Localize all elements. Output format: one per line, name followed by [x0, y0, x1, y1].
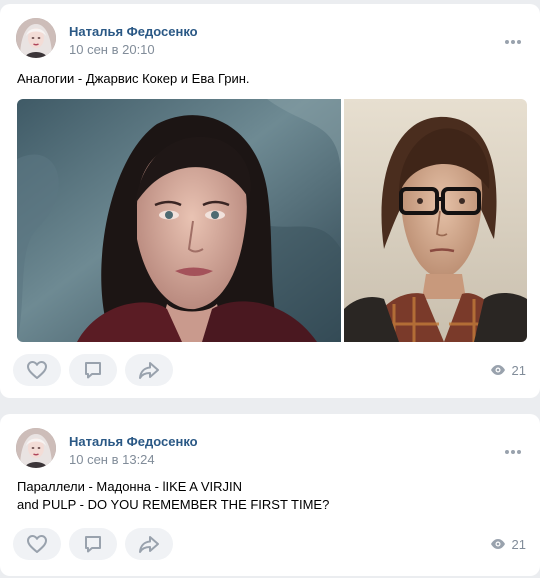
post-date[interactable]: 10 сен в 13:24 — [69, 452, 155, 467]
like-button[interactable] — [13, 528, 61, 560]
photo-portrait-man-glasses[interactable] — [344, 99, 527, 342]
share-button[interactable] — [125, 528, 173, 560]
avatar[interactable] — [16, 18, 56, 58]
views-count: 21 — [511, 536, 526, 552]
post-text: Параллели - Мадонна - lIKE A VIRJIN and … — [17, 478, 329, 514]
comment-button[interactable] — [69, 354, 117, 386]
comment-icon — [85, 362, 101, 379]
post-date[interactable]: 10 сен в 20:10 — [69, 42, 155, 57]
like-button[interactable] — [13, 354, 61, 386]
post-card: Наталья Федосенко 10 сен в 13:24 Паралле… — [0, 414, 540, 576]
more-horizontal-icon[interactable] — [504, 442, 522, 454]
post-card: Наталья Федосенко 10 сен в 20:10 Аналоги… — [0, 4, 540, 398]
heart-icon — [27, 361, 47, 379]
avatar[interactable] — [16, 428, 56, 468]
share-arrow-icon — [139, 536, 159, 553]
views-counter: 21 — [490, 528, 526, 560]
share-button[interactable] — [125, 354, 173, 386]
heart-icon — [27, 535, 47, 553]
views-count: 21 — [511, 362, 526, 378]
comment-button[interactable] — [69, 528, 117, 560]
eye-icon — [490, 365, 505, 375]
author-name[interactable]: Наталья Федосенко — [69, 434, 198, 449]
comment-icon — [85, 536, 101, 553]
photo-portrait-woman[interactable] — [17, 99, 341, 342]
views-counter: 21 — [490, 354, 526, 386]
author-name[interactable]: Наталья Федосенко — [69, 24, 198, 39]
more-horizontal-icon[interactable] — [504, 32, 522, 44]
eye-icon — [490, 539, 505, 549]
post-text-line: Аналогии - Джарвис Кокер и Ева Грин. — [17, 71, 250, 86]
post-text: Аналогии - Джарвис Кокер и Ева Грин. — [17, 70, 250, 88]
post-text-line: Параллели - Мадонна - lIKE A VIRJIN — [17, 479, 243, 494]
share-arrow-icon — [139, 362, 159, 379]
post-text-line: and PULP - DO YOU REMEMBER THE FIRST TIM… — [17, 497, 330, 512]
